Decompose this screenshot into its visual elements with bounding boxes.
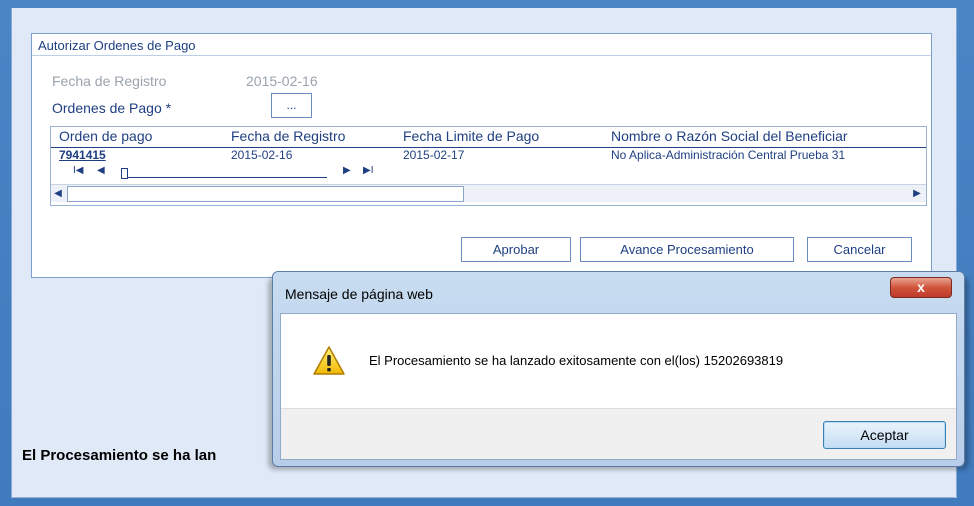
cell-fecha-limite: 2015-02-17 [403,148,465,162]
cell-beneficiario: No Aplica-Administración Central Prueba … [611,148,846,162]
ordenes-grid: Orden de pago Fecha de Registro Fecha Li… [50,126,927,206]
pager-slider-thumb[interactable] [121,168,128,179]
orden-link[interactable]: 7941415 [59,148,106,162]
pager-next-icon[interactable]: ▶ [343,165,351,176]
client-bottom-border [11,497,955,498]
column-header-fecha-registro[interactable]: Fecha de Registro [231,128,345,144]
message-dialog: Mensaje de página web x El Procesamiento… [272,271,965,467]
column-header-fecha-limite[interactable]: Fecha Limite de Pago [403,128,539,144]
ordenes-pago-lookup-button[interactable]: ... [271,93,312,118]
aceptar-button[interactable]: Aceptar [823,421,946,449]
grid-pager: I◀ ◀ ▶ ▶I [51,164,926,181]
grid-header-row: Orden de pago Fecha de Registro Fecha Li… [51,127,926,148]
autorizar-panel: Autorizar Ordenes de Pago Fecha de Regis… [31,33,932,278]
pager-prev-icon[interactable]: ◀ [97,165,105,176]
scroll-right-icon[interactable]: ▶ [910,186,924,201]
close-icon[interactable]: x [890,277,952,298]
cell-fecha-registro: 2015-02-16 [231,148,293,162]
avance-procesamiento-button[interactable]: Avance Procesamiento [580,237,794,262]
pager-last-icon[interactable]: ▶I [363,165,373,176]
panel-title-divider [32,55,931,56]
aprobar-button[interactable]: Aprobar [461,237,571,262]
warning-icon [313,346,345,375]
scroll-left-icon[interactable]: ◀ [51,186,65,201]
cancelar-button[interactable]: Cancelar [807,237,912,262]
pager-first-icon[interactable]: I◀ [73,165,83,176]
fecha-registro-label: Fecha de Registro [52,73,167,89]
dialog-title: Mensaje de página web [285,286,433,302]
dialog-message: El Procesamiento se ha lanzado exitosame… [369,353,784,368]
pager-slider-track[interactable] [121,177,327,178]
panel-title: Autorizar Ordenes de Pago [38,38,196,53]
dialog-footer: Aceptar [281,408,956,459]
dialog-body: El Procesamiento se ha lanzado exitosame… [280,313,957,460]
column-header-orden[interactable]: Orden de pago [59,128,152,144]
scroll-thumb[interactable] [67,186,464,202]
grid-horizontal-scrollbar[interactable]: ◀ ▶ [51,184,926,202]
ordenes-pago-label: Ordenes de Pago * [52,100,172,116]
fecha-registro-value: 2015-02-16 [246,73,318,89]
column-header-beneficiario[interactable]: Nombre o Razón Social del Beneficiar [611,128,848,144]
status-message: El Procesamiento se ha lan [22,447,217,464]
